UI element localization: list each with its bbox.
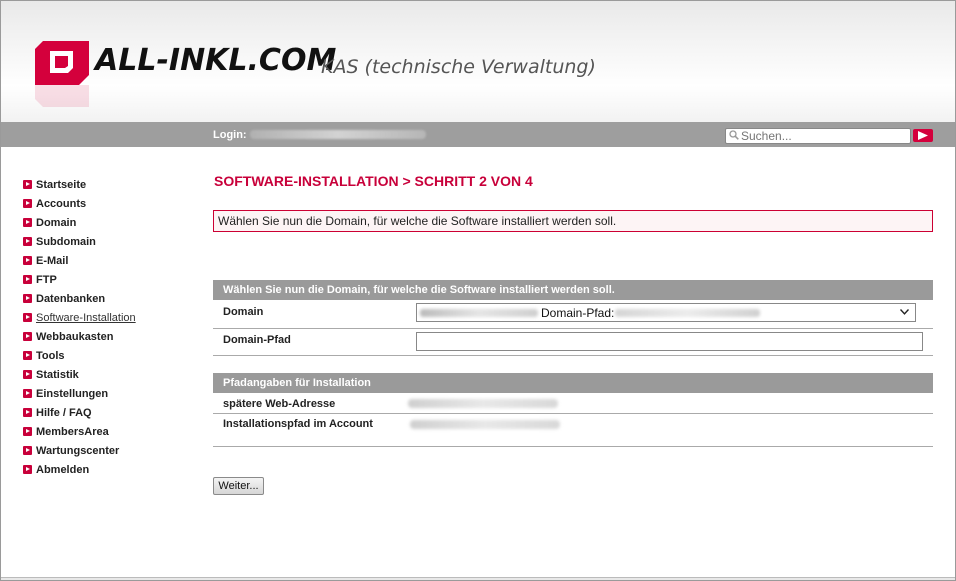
sidebar-item-tools[interactable]: Tools xyxy=(23,346,136,365)
sidebar-item-software-installation[interactable]: Software-Installation xyxy=(23,308,136,327)
sidebar-item-membersarea[interactable]: MembersArea xyxy=(23,422,136,441)
sidebar-item-label: Tools xyxy=(36,349,65,362)
sidebar-item-abmelden[interactable]: Abmelden xyxy=(23,460,136,479)
logo-reflection xyxy=(35,85,89,107)
sidebar-item-accounts[interactable]: Accounts xyxy=(23,194,136,213)
bullet-arrow-icon xyxy=(23,427,32,436)
search-field[interactable] xyxy=(725,128,911,144)
search-icon xyxy=(729,130,739,140)
install-path-redacted xyxy=(410,420,560,429)
sidebar-item-subdomain[interactable]: Subdomain xyxy=(23,232,136,251)
bullet-arrow-icon xyxy=(23,408,32,417)
sidebar-item-label: Abmelden xyxy=(36,463,90,476)
brand-name: ALL-INKL.COM xyxy=(95,43,337,78)
bullet-arrow-icon xyxy=(23,256,32,265)
section-heading-install-paths: Pfadangaben für Installation xyxy=(213,373,933,393)
sidebar-item-label: Software-Installation xyxy=(36,311,136,324)
bullet-arrow-icon xyxy=(23,237,32,246)
sidebar-item-statistik[interactable]: Statistik xyxy=(23,365,136,384)
top-bar: Login: xyxy=(1,122,955,147)
sidebar-item-domain[interactable]: Domain xyxy=(23,213,136,232)
install-path-label: Installationspfad im Account xyxy=(223,418,373,430)
domain-value-redacted xyxy=(420,309,538,317)
sidebar-item-label: Datenbanken xyxy=(36,292,106,305)
sidebar-item-wartungscenter[interactable]: Wartungscenter xyxy=(23,441,136,460)
sidebar-item-label: Statistik xyxy=(36,368,79,381)
sidebar-item-label: Einstellungen xyxy=(36,387,109,400)
bullet-arrow-icon xyxy=(23,332,32,341)
sidebar-item-label: MembersArea xyxy=(36,425,109,438)
bottom-edge xyxy=(1,577,955,580)
bullet-arrow-icon xyxy=(23,180,32,189)
sidebar-item-einstellungen[interactable]: Einstellungen xyxy=(23,384,136,403)
sidebar-item-label: Subdomain xyxy=(36,235,96,248)
all-inkl-logo-icon xyxy=(35,41,89,85)
sidebar-item-startseite[interactable]: Startseite xyxy=(23,175,136,194)
arrow-right-icon xyxy=(918,131,928,140)
app-tagline: KAS (technische Verwaltung) xyxy=(321,56,596,78)
form-row-web-address: spätere Web-Adresse xyxy=(213,393,933,414)
sidebar-item-label: Webbaukasten xyxy=(36,330,114,343)
login-label: Login: xyxy=(213,129,247,141)
domain-path-input[interactable] xyxy=(416,332,923,351)
form-row-domain-path: Domain-Pfad xyxy=(213,329,933,356)
kas-window: ALL-INKL.COM KAS (technische Verwaltung)… xyxy=(0,0,956,581)
sidebar-item-label: Startseite xyxy=(36,178,87,191)
sidebar-item-label: Domain xyxy=(36,216,77,229)
form-row-install-path: Installationspfad im Account xyxy=(213,414,933,447)
bullet-arrow-icon xyxy=(23,275,32,284)
search-submit-button[interactable] xyxy=(913,129,933,142)
domain-select[interactable]: Domain-Pfad: xyxy=(416,303,916,322)
sidebar-item-webbaukasten[interactable]: Webbaukasten xyxy=(23,327,136,346)
sidebar-item-datenbanken[interactable]: Datenbanken xyxy=(23,289,136,308)
login-value-redacted xyxy=(250,130,426,139)
domain-label: Domain xyxy=(223,306,264,318)
search-input[interactable] xyxy=(741,129,907,143)
section-heading-domain: Wählen Sie nun die Domain, für welche di… xyxy=(213,280,933,300)
domain-path-label: Domain-Pfad xyxy=(223,334,291,346)
bullet-arrow-icon xyxy=(23,351,32,360)
page-title: SOFTWARE-INSTALLATION > SCHRITT 2 VON 4 xyxy=(214,173,533,189)
header: ALL-INKL.COM KAS (technische Verwaltung) xyxy=(1,1,955,122)
bullet-arrow-icon xyxy=(23,370,32,379)
sidebar-item-label: Hilfe / FAQ xyxy=(36,406,92,419)
domain-select-text: Domain-Pfad: xyxy=(541,306,615,320)
chevron-down-icon xyxy=(900,309,909,315)
weiter-button[interactable]: Weiter... xyxy=(213,477,264,495)
sidebar-item-label: E-Mail xyxy=(36,254,69,267)
bullet-arrow-icon xyxy=(23,313,32,322)
web-address-label: spätere Web-Adresse xyxy=(223,398,336,410)
bullet-arrow-icon xyxy=(23,199,32,208)
domain-path-redacted xyxy=(615,309,760,317)
sidebar-nav: Startseite Accounts Domain Subdomain E-M… xyxy=(23,175,136,479)
sidebar-item-label: Wartungscenter xyxy=(36,444,120,457)
sidebar-item-email[interactable]: E-Mail xyxy=(23,251,136,270)
bullet-arrow-icon xyxy=(23,218,32,227)
notice-box: Wählen Sie nun die Domain, für welche di… xyxy=(213,210,933,232)
bullet-arrow-icon xyxy=(23,446,32,455)
web-address-redacted xyxy=(408,399,558,408)
bullet-arrow-icon xyxy=(23,389,32,398)
bullet-arrow-icon xyxy=(23,294,32,303)
sidebar-item-label: FTP xyxy=(36,273,57,286)
sidebar-item-ftp[interactable]: FTP xyxy=(23,270,136,289)
form-row-domain: Domain Domain-Pfad: xyxy=(213,300,933,329)
sidebar-item-label: Accounts xyxy=(36,197,87,210)
bullet-arrow-icon xyxy=(23,465,32,474)
sidebar-item-hilfe-faq[interactable]: Hilfe / FAQ xyxy=(23,403,136,422)
